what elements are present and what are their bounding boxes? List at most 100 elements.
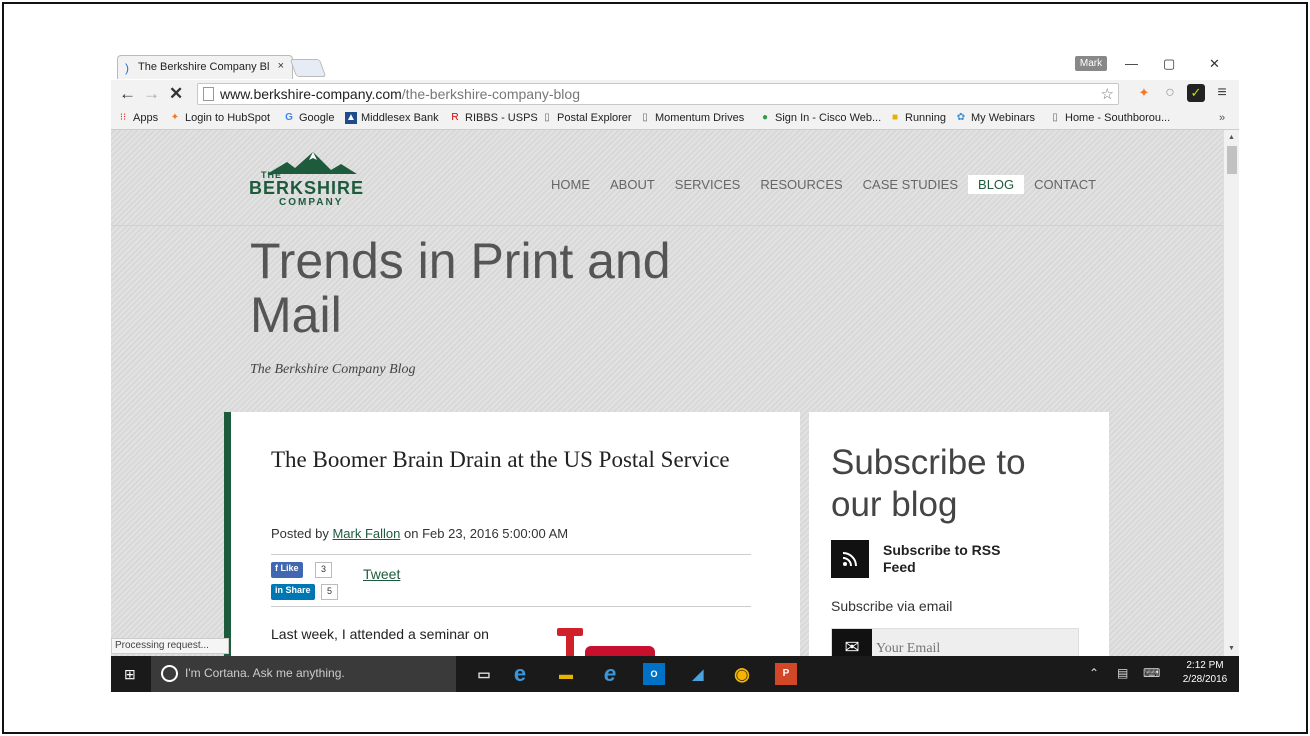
nav-about[interactable]: ABOUT (600, 175, 665, 194)
logo-berkshire: BERKSHIRE (249, 178, 365, 198)
site-header: THE BERKSHIRE COMPANY HOME ABOUT SERVICE… (111, 130, 1223, 226)
bookmark-webinars[interactable]: ✿ My Webinars (955, 112, 1035, 124)
file-explorer-icon[interactable]: ▬ (555, 663, 577, 685)
site-nav: HOME ABOUT SERVICES RESOURCES CASE STUDI… (541, 175, 1106, 194)
bookmarks-overflow-icon[interactable]: » (1219, 112, 1225, 124)
action-center-icon[interactable]: ▤ (1117, 666, 1128, 680)
browser-tab[interactable]: ) The Berkshire Company Bl × (117, 55, 293, 79)
nav-home[interactable]: HOME (541, 175, 600, 194)
restore-button[interactable]: ▢ (1163, 56, 1175, 72)
app-icon[interactable]: ◢ (687, 663, 709, 685)
like-count: 3 (315, 562, 333, 578)
chrome-icon[interactable]: ◉ (731, 663, 753, 685)
bookmarks-bar: ⁝⁝ Apps ✦ Login to HubSpot G Google ▲ Middle… (111, 108, 1239, 130)
subscribe-email-label: Subscribe via email (831, 598, 953, 614)
scroll-up-icon[interactable]: ▲ (1228, 134, 1235, 141)
bookmark-running[interactable]: ■ Running (889, 112, 946, 124)
profile-button[interactable]: Mark (1075, 56, 1107, 71)
divider (271, 554, 751, 555)
cortana-search-box[interactable]: I'm Cortana. Ask me anything. (151, 656, 456, 692)
site-logo[interactable]: THE BERKSHIRE COMPANY (249, 150, 374, 210)
browser-toolbar: ← → ✕ www.berkshire-company.com/the-berk… (111, 80, 1239, 108)
envelope-icon: ✉ (832, 629, 872, 656)
menu-icon[interactable]: ≡ (1213, 84, 1231, 102)
scroll-down-icon[interactable]: ▼ (1228, 645, 1235, 652)
email-field-wrapper: ✉ (831, 628, 1079, 656)
outlook-icon[interactable]: O (643, 663, 665, 685)
cortana-icon (161, 665, 178, 682)
folder-icon: ■ (891, 112, 899, 123)
bookmark-ribbs[interactable]: R RIBBS - USPS (449, 112, 537, 124)
page-viewport: THE BERKSHIRE COMPANY HOME ABOUT SERVICE… (111, 130, 1223, 656)
nav-contact[interactable]: CONTACT (1024, 175, 1106, 194)
close-window-button[interactable]: ✕ (1209, 56, 1220, 72)
post-title[interactable]: The Boomer Brain Drain at the US Postal … (271, 436, 731, 484)
forward-arrow-icon[interactable]: → (143, 84, 160, 104)
bookmark-momentum[interactable]: ▯ Momentum Drives (639, 112, 744, 124)
facebook-like-button[interactable]: f Like (271, 562, 303, 578)
slide-frame: ) The Berkshire Company Bl × Mark — ▢ ✕ … (2, 2, 1308, 734)
bookmark-google[interactable]: G Google (283, 112, 334, 124)
taskbar-clock[interactable]: 2:12 PM 2/28/2016 (1177, 659, 1233, 687)
scrollbar-thumb[interactable] (1227, 146, 1237, 174)
email-input[interactable] (876, 637, 1066, 656)
bookmark-southborough[interactable]: ▯ Home - Southborou... (1049, 112, 1170, 124)
windows-start-icon[interactable]: ⊞ (124, 666, 136, 683)
page-icon (203, 87, 214, 101)
page-scrollbar[interactable]: ▲ ▼ (1223, 130, 1239, 656)
globe-icon: ● (761, 112, 769, 123)
internet-explorer-icon[interactable]: e (599, 663, 621, 685)
new-tab-button[interactable] (289, 59, 327, 77)
url-path: /the-berkshire-company-blog (401, 86, 580, 102)
tray-chevron-icon[interactable]: ⌃ (1089, 666, 1099, 680)
bookmark-star-icon[interactable]: ☆ (1101, 85, 1114, 103)
usps-icon: R (451, 112, 459, 123)
bookmark-hubspot[interactable]: ✦ Login to HubSpot (169, 112, 270, 124)
keyboard-icon[interactable]: ⌨ (1143, 666, 1160, 680)
loading-spinner-icon: ) (125, 61, 129, 75)
rss-link[interactable]: Subscribe to RSS Feed (883, 542, 1003, 576)
address-bar[interactable]: www.berkshire-company.com/the-berkshire-… (197, 83, 1119, 105)
url-host: www.berkshire-company.com (220, 86, 402, 102)
hubspot-extension-icon[interactable]: ✦ (1135, 84, 1153, 102)
webinar-icon: ✿ (956, 112, 966, 123)
powerpoint-icon[interactable]: P (775, 663, 797, 685)
nav-case-studies[interactable]: CASE STUDIES (853, 175, 968, 194)
hubspot-icon: ✦ (170, 112, 180, 123)
page-subtitle: The Berkshire Company Blog (250, 362, 416, 377)
share-count: 5 (321, 584, 339, 600)
post-excerpt: Last week, I attended a seminar on (271, 626, 489, 642)
page-title: Trends in Print and Mail (250, 233, 671, 343)
bookmark-apps[interactable]: ⁝⁝ Apps (117, 112, 158, 124)
minimize-button[interactable]: — (1125, 56, 1138, 71)
back-arrow-icon[interactable]: ← (119, 84, 136, 104)
linkedin-icon: in (275, 585, 286, 595)
tab-close-icon[interactable]: × (278, 60, 284, 72)
google-icon: G (285, 112, 293, 123)
refresh-extension-icon[interactable]: ○ (1161, 84, 1179, 102)
logo-company: COMPANY (279, 197, 344, 208)
apps-grid-icon: ⁝⁝ (119, 112, 127, 123)
linkedin-share-button[interactable]: in Share (271, 584, 315, 600)
page-icon: ▯ (1052, 112, 1058, 123)
divider (271, 606, 751, 607)
windows-taskbar: ⊞ I'm Cortana. Ask me anything. ▭ e ▬ e … (111, 656, 1239, 692)
author-link[interactable]: Mark Fallon (332, 526, 400, 541)
page-icon: ▯ (544, 112, 550, 123)
bookmark-postal-explorer[interactable]: ▯ Postal Explorer (541, 112, 631, 124)
rss-icon[interactable] (831, 540, 869, 578)
tweet-link[interactable]: Tweet (363, 566, 400, 582)
edge-icon[interactable]: e (509, 663, 531, 685)
check-extension-icon[interactable]: ✓ (1187, 84, 1205, 102)
nav-blog[interactable]: BLOG (968, 175, 1025, 194)
post-image (557, 628, 655, 656)
bookmark-middlesex[interactable]: ▲ Middlesex Bank (345, 112, 439, 124)
post-byline: Posted by Mark Fallon on Feb 23, 2016 5:… (271, 526, 569, 541)
task-view-icon[interactable]: ▭ (473, 663, 495, 685)
page-icon: ▯ (642, 112, 648, 123)
tab-strip: ) The Berkshire Company Bl × Mark — ▢ ✕ (111, 50, 1239, 80)
nav-services[interactable]: SERVICES (665, 175, 751, 194)
stop-loading-icon[interactable]: ✕ (169, 84, 183, 104)
nav-resources[interactable]: RESOURCES (750, 175, 852, 194)
bookmark-cisco[interactable]: ● Sign In - Cisco Web... (759, 112, 881, 124)
